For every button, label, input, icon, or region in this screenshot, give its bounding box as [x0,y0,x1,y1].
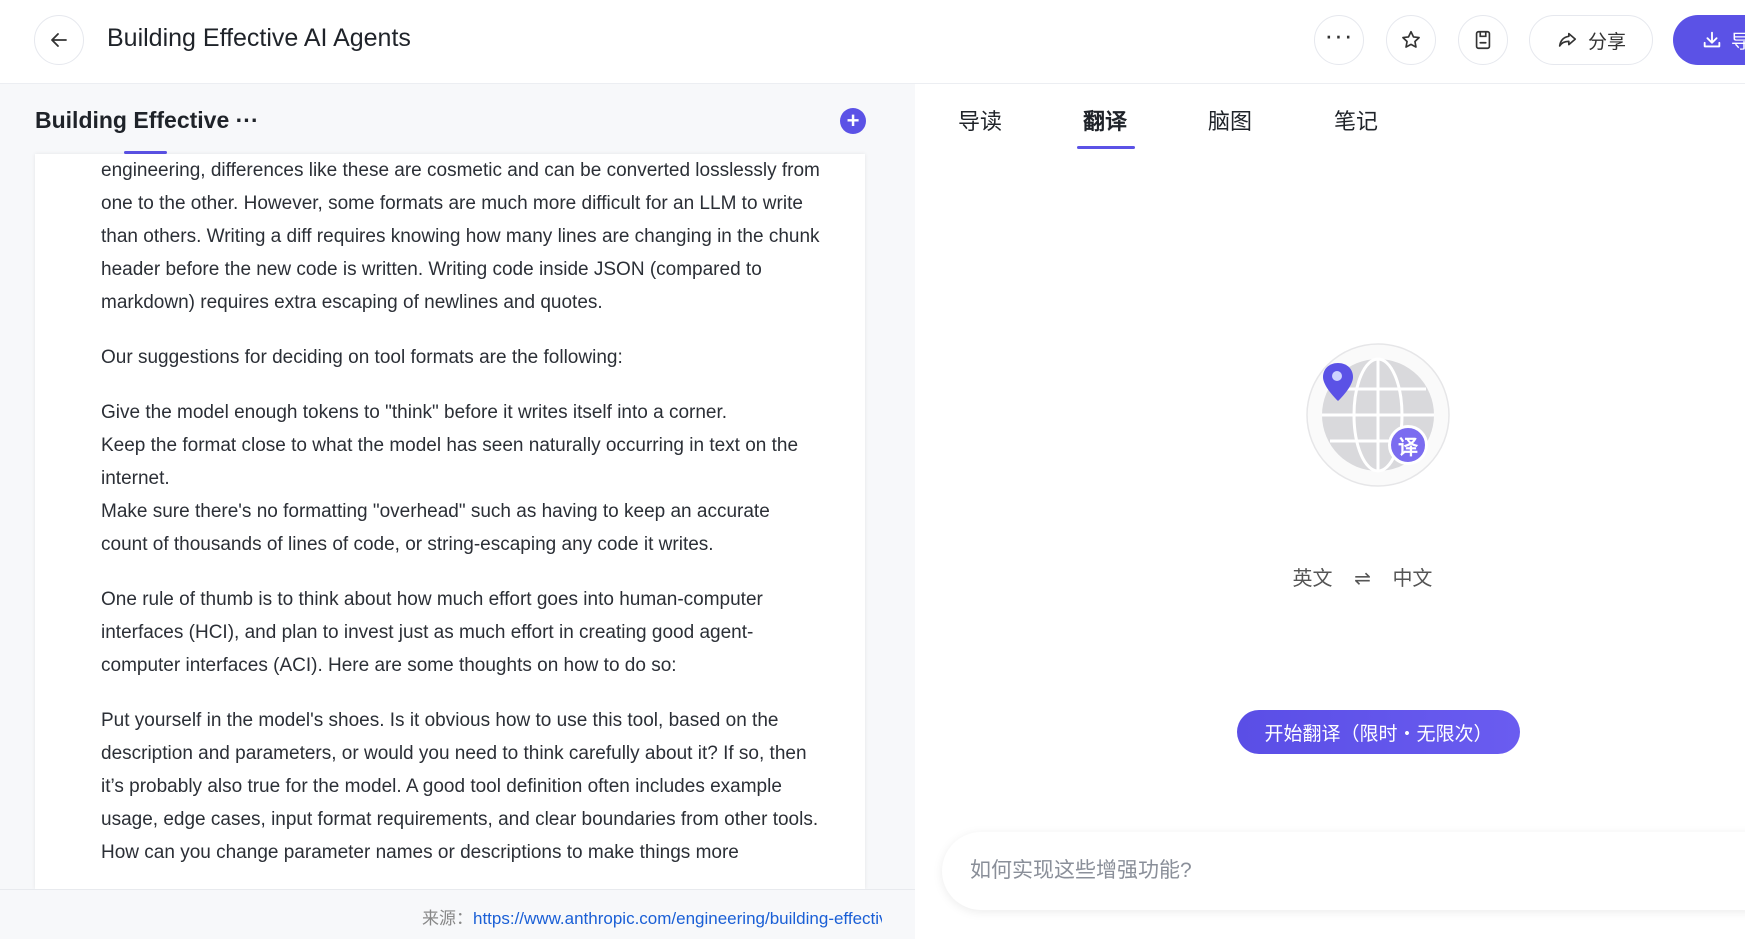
back-button[interactable] [34,15,84,65]
chat-input[interactable] [942,832,1745,910]
globe-icon [1306,343,1450,487]
article-content[interactable]: engineering, differences like these are … [35,154,865,889]
arrow-left-icon [51,33,67,47]
plus-icon: + [846,108,860,133]
save-icon [1475,30,1491,50]
download-button[interactable]: 导出 [1673,15,1745,65]
article-pane: Building Effective ··· + engineering, di… [0,84,915,939]
page-title: Building Effective AI Agents [107,24,411,52]
share-button[interactable]: 分享 [1529,15,1653,65]
source-bar: 来源：https://www.anthropic.com/engineering… [0,889,915,939]
add-button[interactable]: + [840,108,866,134]
tab-mindmap[interactable]: 脑图 [1208,104,1252,136]
swap-languages-icon[interactable]: ⇌ [1354,568,1371,590]
document-tab[interactable]: Building Effective ··· [35,107,259,134]
more-icon: ··· [1324,20,1354,50]
star-icon [1402,30,1420,48]
list-item: Make sure there's no formatting "overhea… [101,501,770,555]
list-item: How can you change parameter names or de… [101,842,739,863]
source: 来源：https://www.anthropic.com/engineering… [422,904,882,929]
start-translate-button[interactable]: 开始翻译（限时・无限次） [1237,710,1520,754]
language-pair: 英文 ⇌ 中文 [916,562,1745,591]
paragraph: engineering, differences like these are … [101,160,820,313]
share-label: 分享 [1587,31,1626,53]
save-button[interactable] [1458,15,1508,65]
download-label: 导出 [1731,31,1745,53]
translate-illustration: 译 [1306,343,1450,487]
list-item: Put yourself in the model's shoes. Is it… [101,710,819,830]
source-label: 来源： [422,909,473,928]
list-item: Give the model enough tokens to "think" … [101,402,728,423]
more-button[interactable]: ··· [1314,15,1364,65]
paragraph: One rule of thumb is to think about how … [101,589,763,676]
tools-pane: 导读 翻译 脑图 笔记 译 英文 ⇌ 中文 开始翻译（限时・无限次） [916,84,1745,939]
tab-guide[interactable]: 导读 [958,104,1002,136]
download-icon [1703,31,1721,48]
tab-indicator [1077,146,1135,149]
paragraph: Our suggestions for deciding on tool for… [101,347,623,368]
top-header: Building Effective AI Agents ··· 分享 导出 [0,0,1745,84]
target-language[interactable]: 中文 [1392,568,1432,590]
translate-badge-label: 译 [1398,436,1418,459]
share-icon [1558,32,1577,47]
translate-badge: 译 [1388,425,1428,465]
favorite-button[interactable] [1386,15,1436,65]
source-link[interactable]: https://www.anthropic.com/engineering/bu… [473,909,882,928]
list-item: Keep the format close to what the model … [101,435,799,489]
source-language[interactable]: 英文 [1293,568,1333,590]
article-body: engineering, differences like these are … [101,154,821,869]
tab-notes[interactable]: 笔记 [1334,104,1378,136]
tab-translate[interactable]: 翻译 [1083,104,1127,136]
